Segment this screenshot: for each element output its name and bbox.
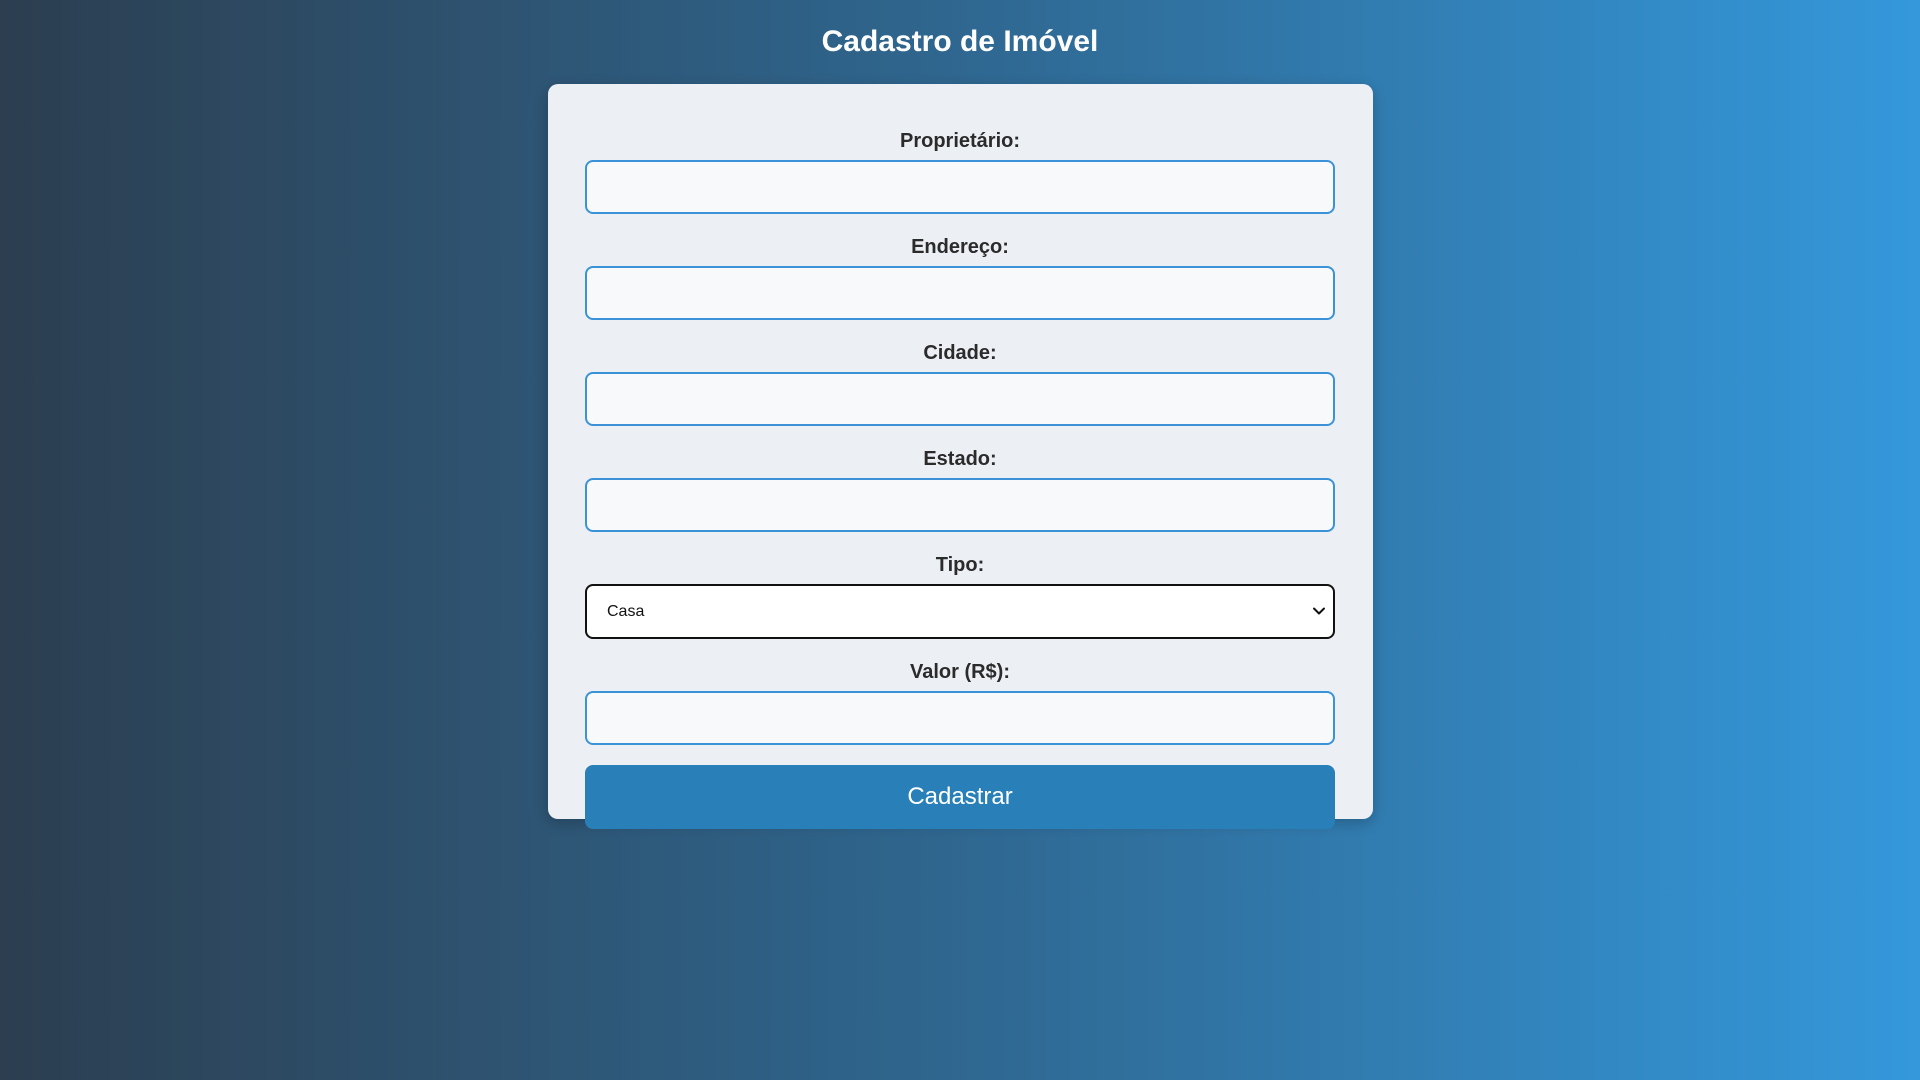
property-form: Proprietário: Endereço: Cidade: Estado: … <box>548 84 1373 829</box>
valor-label: Valor (R$): <box>909 661 1011 683</box>
cadastrar-button[interactable]: Cadastrar <box>585 765 1335 829</box>
field-estado: Estado: <box>585 447 1335 532</box>
field-proprietario: Proprietário: <box>585 129 1335 214</box>
field-endereco: Endereço: <box>585 235 1335 320</box>
endereco-input[interactable] <box>585 266 1335 320</box>
endereco-label: Endereço: <box>911 236 1009 258</box>
cidade-label: Cidade: <box>923 342 997 364</box>
cidade-input[interactable] <box>585 372 1335 426</box>
estado-label: Estado: <box>923 448 997 470</box>
field-tipo: Tipo: Casa <box>585 553 1335 639</box>
field-cidade: Cidade: <box>585 341 1335 426</box>
tipo-select[interactable]: Casa <box>585 584 1335 639</box>
chevron-down-icon <box>1313 607 1325 615</box>
proprietario-input[interactable] <box>585 160 1335 214</box>
proprietario-label: Proprietário: <box>899 130 1021 152</box>
field-valor: Valor (R$): <box>585 660 1335 745</box>
estado-input[interactable] <box>585 478 1335 532</box>
tipo-label: Tipo: <box>935 554 985 576</box>
page-title: Cadastro de Imóvel <box>821 25 1099 58</box>
tipo-selected-value: Casa <box>607 603 645 620</box>
valor-input[interactable] <box>585 691 1335 745</box>
